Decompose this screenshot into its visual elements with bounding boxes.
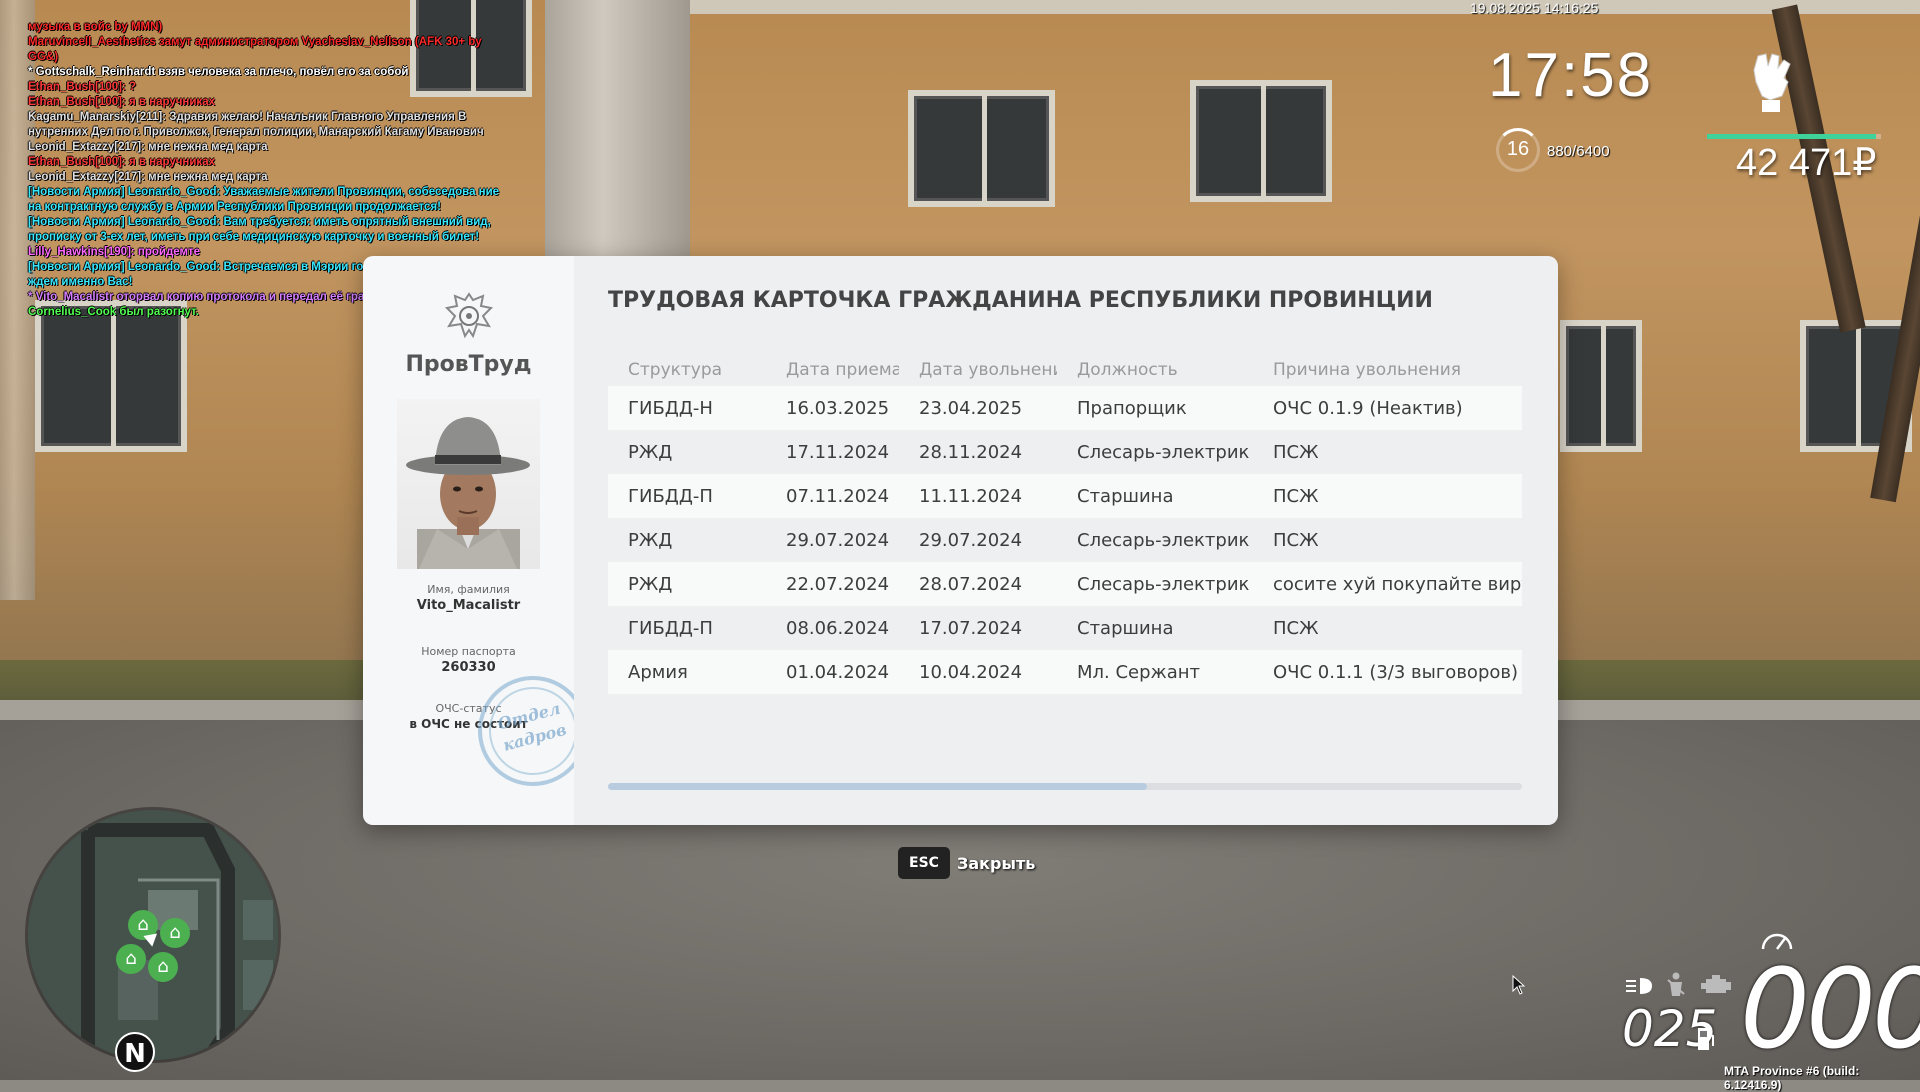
- north-indicator: N: [115, 1032, 155, 1072]
- column-header: Должность: [1077, 360, 1178, 380]
- table-cell: 29.07.2024: [786, 529, 890, 551]
- chat-message: Maruvincell_Aesthetics замут администрат…: [28, 36, 482, 63]
- table-cell: 23.04.2025: [899, 386, 1057, 430]
- table-cell: ПСЖ: [1273, 441, 1319, 463]
- fuel-pump-icon: [1698, 1028, 1714, 1050]
- chat-message: Leonid_Extazzy[217]: мне нежна мед карта: [28, 171, 268, 183]
- horizontal-scrollbar[interactable]: [608, 783, 1522, 790]
- passport-number: 260330: [441, 660, 496, 675]
- coat-of-arms-icon: [444, 292, 494, 339]
- close-button[interactable]: Закрыть: [957, 854, 1035, 873]
- table-row: ГИБДД-П 07.11.2024 11.11.2024 Старшина ПСЖ: [608, 474, 1522, 518]
- mouse-cursor-icon: [1512, 975, 1526, 995]
- citizen-photo: [397, 399, 540, 569]
- table-cell: Армия: [608, 650, 766, 694]
- table-cell: Старшина: [1057, 474, 1253, 518]
- table-cell: ГИБДД-П: [628, 617, 713, 639]
- table-cell: Прапорщик: [1057, 386, 1253, 430]
- table-cell: 17.11.2024: [786, 441, 890, 463]
- chat-message: * Gottschalk_Reinhardt взяв человека за …: [28, 66, 409, 78]
- build-info: MTA Province #6 (build: 6.12416.9): [1724, 1064, 1860, 1092]
- chat-message: [Новости Армия] Leonardo_Good: Вам требу…: [28, 216, 491, 243]
- table-cell: ОЧС 0.1.1 (3/3 выговоров): [1253, 650, 1522, 694]
- house-icon: ⌂: [160, 918, 190, 948]
- column-header: Структура: [628, 360, 723, 380]
- chat-message: музыка в войс by MMN): [28, 21, 163, 33]
- table-body: ГИБДД-Н 16.03.2025 23.04.2025 Прапорщик ОЧС …: [608, 386, 1522, 694]
- esc-key-hint[interactable]: ESC: [898, 847, 950, 879]
- table-cell: Слесарь-электрик: [1057, 562, 1253, 606]
- table-cell: 22.07.2024: [766, 562, 899, 606]
- table-cell: ОЧС 0.1.9 (Неактив): [1253, 386, 1522, 430]
- player-level: 16: [1506, 138, 1530, 160]
- chat-message: Leonid_Extazzy[217]: мне нежна мед карта: [28, 141, 268, 153]
- table-cell: ПСЖ: [1253, 474, 1522, 518]
- scrollbar-thumb[interactable]: [608, 783, 1148, 790]
- datetime-display: 19.08.2025 14:16:25: [1470, 0, 1599, 16]
- table-row: РЖД 29.07.2024 29.07.2024 Слесарь-электрик П…: [608, 518, 1522, 562]
- table-row: РЖД 22.07.2024 28.07.2024 Слесарь-электрик с…: [608, 562, 1522, 606]
- table-cell: 28.11.2024: [919, 441, 1023, 463]
- card-title: ТРУДОВАЯ КАРТОЧКА ГРАЖДАНИНА РЕСПУБЛИКИ …: [608, 288, 1433, 313]
- table-cell: ГИБДД-П: [608, 474, 766, 518]
- minimap: ⌂ ⌂ ⌂ ⌂: [28, 810, 278, 1060]
- table-cell: ПСЖ: [1273, 617, 1319, 639]
- table-cell: ГИБДД-Н: [608, 386, 766, 430]
- table-cell: 11.11.2024: [899, 474, 1057, 518]
- passport-label: Номер паспорта: [421, 645, 516, 658]
- table-row: ГИБДД-П 08.06.2024 17.07.2024 Старшина ПСЖ: [608, 606, 1522, 650]
- speedometer: 000: [1740, 945, 1920, 1073]
- table-cell: сосите хуй покупайте вирты и: [1253, 562, 1522, 606]
- money-display: 42 471₽: [1736, 142, 1877, 184]
- table-cell: 29.07.2024: [919, 529, 1023, 551]
- table-row: Армия 01.04.2024 10.04.2024 Мл. Сержант ОЧС …: [608, 650, 1522, 694]
- game-clock: 17:58: [1488, 41, 1654, 110]
- table-cell: 28.07.2024: [899, 562, 1057, 606]
- table-cell: РЖД: [628, 441, 673, 463]
- chat-message: [Новости Армия] Leonardo_Good: Уважаемые…: [28, 186, 500, 213]
- engine-icon: [1701, 975, 1731, 993]
- table-header: Структура Дата приема Дата увольнени Должно…: [608, 354, 1522, 386]
- chat-message: Kagamu_Manarskiy[211]: Здравия желаю! На…: [28, 111, 484, 138]
- table-cell: Мл. Сержант: [1057, 650, 1253, 694]
- seatbelt-icon: [1667, 972, 1685, 996]
- table-cell: Старшина: [1077, 617, 1174, 639]
- health-bar: [1707, 134, 1881, 139]
- organization-name: ПровТруд: [405, 352, 532, 377]
- chat-message: Ethan_Bush[100]: ?: [28, 81, 136, 93]
- employment-history-panel: ТРУДОВАЯ КАРТОЧКА ГРАЖДАНИНА РЕСПУБЛИКИ …: [574, 256, 1558, 825]
- table-cell: Слесарь-электрик: [1077, 529, 1250, 551]
- house-icon: ⌂: [116, 944, 146, 974]
- column-header: Дата увольнени: [919, 360, 1057, 380]
- house-icon: ⌂: [148, 952, 178, 982]
- headlights-icon: [1626, 978, 1652, 994]
- citizen-name: Vito_Macalistr: [416, 598, 521, 613]
- table-cell: 10.04.2024: [899, 650, 1057, 694]
- table-cell: 07.11.2024: [766, 474, 899, 518]
- name-label: Имя, фамилия: [427, 583, 510, 596]
- column-header: Причина увольнения: [1273, 360, 1461, 380]
- table-row: ГИБДД-Н 16.03.2025 23.04.2025 Прапорщик ОЧС …: [608, 386, 1522, 430]
- table-cell: Слесарь-электрик: [1077, 441, 1250, 463]
- table-cell: 08.06.2024: [786, 617, 890, 639]
- table-cell: 01.04.2024: [766, 650, 899, 694]
- fist-weapon-icon: [1753, 53, 1791, 112]
- citizen-info-panel: ПровТруд Имя, фамилия Vito_Macalistr Ном…: [363, 256, 601, 825]
- chat-message: Ethan_Bush[100]: я в наручниках: [28, 96, 215, 108]
- employment-record-window: ПровТруд Имя, фамилия Vito_Macalistr Ном…: [363, 256, 1558, 825]
- table-row: РЖД 17.11.2024 28.11.2024 Слесарь-электрик П…: [608, 430, 1522, 474]
- table-cell: 16.03.2025: [766, 386, 899, 430]
- table-cell: ПСЖ: [1273, 529, 1319, 551]
- column-header: Дата приема: [786, 360, 899, 380]
- experience-counter: 880/6400: [1547, 143, 1610, 160]
- table-cell: РЖД: [608, 562, 766, 606]
- employment-table: Структура Дата приема Дата увольнени Должно…: [608, 354, 1522, 694]
- table-cell: РЖД: [628, 529, 673, 551]
- table-cell: 17.07.2024: [919, 617, 1023, 639]
- chat-message: Ethan_Bush[100]: я в наручниках: [28, 156, 215, 168]
